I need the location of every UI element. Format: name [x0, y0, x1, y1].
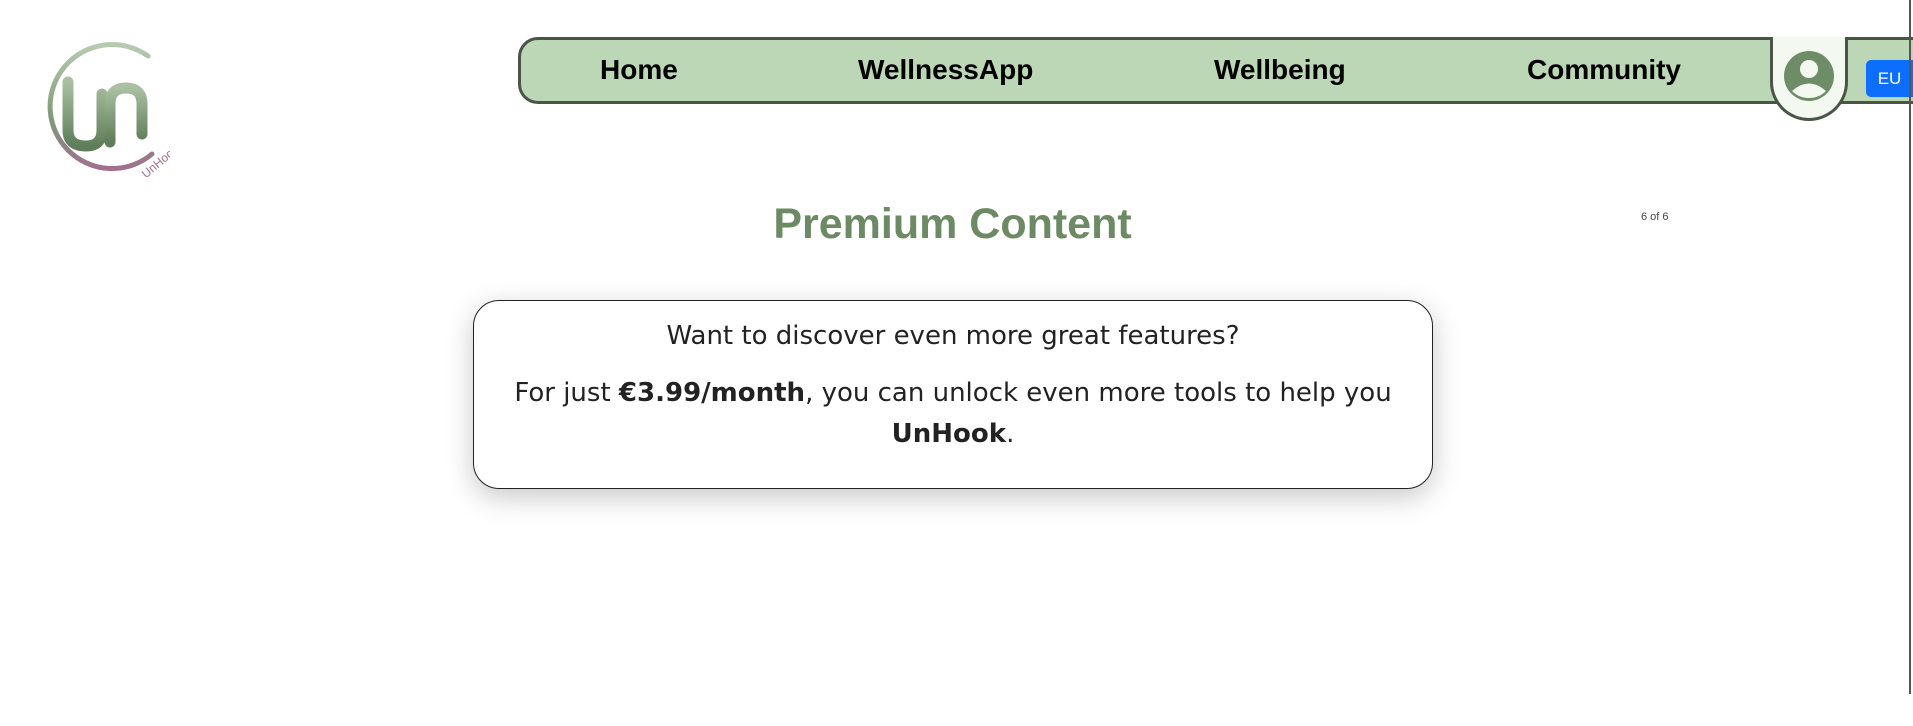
user-circle-icon	[1784, 50, 1834, 101]
page-title: Premium Content	[773, 200, 1132, 248]
offer-suffix: .	[1006, 419, 1015, 449]
premium-card: Want to discover even more great feature…	[473, 300, 1433, 489]
page: UnHook Home WellnessApp Wellbeing Commun…	[0, 0, 1913, 726]
profile-button[interactable]	[1770, 37, 1848, 121]
nav-wellbeing[interactable]: Wellbeing	[1214, 54, 1346, 86]
unhook-logo[interactable]: UnHook	[30, 34, 170, 184]
offer-middle: , you can unlock even more tools to help…	[805, 378, 1392, 408]
page-counter: 6 of 6	[1641, 211, 1669, 223]
window-edge-divider	[1909, 0, 1911, 694]
nav-community[interactable]: Community	[1527, 54, 1681, 86]
offer-brand: UnHook	[891, 419, 1007, 449]
language-button[interactable]: EU	[1866, 60, 1913, 97]
offer-price: €3.99/month	[618, 378, 806, 408]
main-nav: Home WellnessApp Wellbeing Community	[518, 37, 1913, 104]
nav-home[interactable]: Home	[600, 54, 678, 86]
premium-offer: For just €3.99/month, you can unlock eve…	[503, 373, 1403, 455]
unhook-logo-icon: UnHook	[47, 42, 170, 181]
premium-question: Want to discover even more great feature…	[666, 321, 1240, 351]
nav-wellnessapp[interactable]: WellnessApp	[858, 54, 1033, 86]
offer-prefix: For just	[514, 378, 619, 408]
